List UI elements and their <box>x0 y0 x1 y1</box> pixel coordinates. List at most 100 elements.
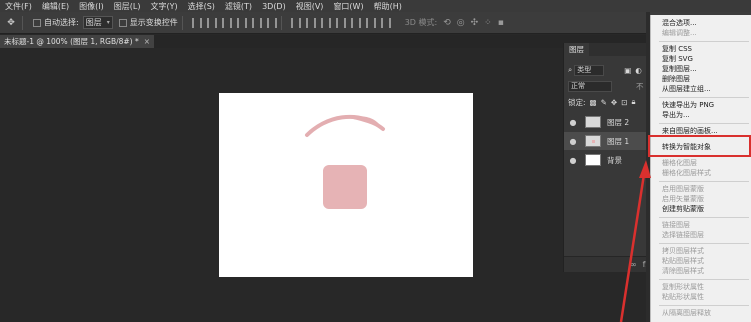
menu-separator <box>659 279 749 280</box>
align-top-icon[interactable] <box>191 17 202 28</box>
menu-file[interactable]: 文件(F) <box>0 1 37 12</box>
auto-align-icon[interactable] <box>380 17 391 28</box>
menu-item-enable-vector-mask[interactable]: 启用矢量蒙版 <box>662 194 704 204</box>
arc-arrowhead <box>349 116 383 130</box>
auto-select-dropdown[interactable]: 图层 ▾ <box>82 16 113 29</box>
auto-select-checkbox[interactable] <box>33 18 41 27</box>
distribute-right-icon[interactable] <box>365 17 376 28</box>
menu-item-release-from-isolation[interactable]: 从隔离图层释放 <box>662 308 711 318</box>
menu-item-clear-layer-style[interactable]: 清除图层样式 <box>662 266 704 276</box>
menu-item-duplicate-layer[interactable]: 复制图层... <box>662 64 697 74</box>
menu-separator <box>659 305 749 306</box>
distribute-left-icon[interactable] <box>335 17 346 28</box>
image-filter-icon[interactable]: ▣ <box>624 66 631 75</box>
menu-edit[interactable]: 编辑(E) <box>37 1 74 12</box>
menu-window[interactable]: 窗口(W) <box>328 1 368 12</box>
menu-item-rasterize-layer[interactable]: 栅格化图层 <box>662 158 697 168</box>
menu-image[interactable]: 图像(I) <box>74 1 109 12</box>
menu-separator <box>659 41 749 42</box>
slide-3d-icon[interactable]: ⁘ <box>484 18 492 28</box>
layer-name: 背景 <box>607 155 622 165</box>
lock-transparency-icon[interactable]: ▩ <box>590 98 597 107</box>
orbit-3d-icon[interactable]: ⟲ <box>443 18 451 28</box>
adjustment-filter-icon[interactable]: ◐ <box>635 66 642 75</box>
layer-context-menu: 混合选项... 编辑调整... 复制 CSS 复制 SVG 复制图层... 删除… <box>650 15 751 322</box>
menu-item-export-as[interactable]: 导出为... <box>662 110 690 120</box>
blend-mode-value: 正常 <box>571 82 585 90</box>
align-middle-icon[interactable] <box>206 17 217 28</box>
align-left-icon[interactable] <box>236 17 247 28</box>
menu-item-copy-layer-style[interactable]: 拷贝图层样式 <box>662 246 704 256</box>
menu-item-delete-layer[interactable]: 删除图层 <box>662 74 690 84</box>
document-tab[interactable]: 未标题-1 @ 100% (图层 1, RGB/8#) * × <box>0 35 155 48</box>
highlight-annotation-box <box>648 135 751 157</box>
menu-select[interactable]: 选择(S) <box>183 1 220 12</box>
align-bottom-icon[interactable] <box>221 17 232 28</box>
lock-paint-icon[interactable]: ✎ <box>601 98 607 107</box>
blend-row: 正常 不 <box>568 80 644 92</box>
menu-item-link-layers[interactable]: 链接图层 <box>662 220 690 230</box>
distribute-bottom-icon[interactable] <box>320 17 331 28</box>
lock-position-icon[interactable]: ✥ <box>611 98 617 107</box>
menu-item-copy-css[interactable]: 复制 CSS <box>662 44 692 54</box>
divider <box>280 15 282 30</box>
menu-item-copy-svg[interactable]: 复制 SVG <box>662 54 693 64</box>
menu-help[interactable]: 帮助(H) <box>369 1 407 12</box>
menu-separator <box>659 181 749 182</box>
document-title: 未标题-1 @ 100% (图层 1, RGB/8#) * <box>4 37 139 46</box>
divider <box>22 15 23 30</box>
move-tool-icon[interactable]: ✥ <box>4 17 18 29</box>
show-transform-checkbox[interactable] <box>118 18 127 27</box>
distribute-top-icon[interactable] <box>290 17 301 28</box>
options-bar: ✥ 自动选择: 图层 ▾ 显示变换控件 3D 模式: ⟲ ◎ ✣ ⁘ ▪ <box>0 12 751 34</box>
lock-all-icon[interactable]: 🔒︎ <box>632 97 636 107</box>
tab-layers[interactable]: 图层 <box>564 43 589 56</box>
visibility-eye-icon[interactable]: ● <box>567 137 579 146</box>
menu-item-rasterize-layer-style[interactable]: 栅格化图层样式 <box>662 168 711 178</box>
mode-3d-label: 3D 模式: <box>404 18 438 27</box>
filter-kind-value: 类型 <box>577 66 592 74</box>
document-canvas[interactable] <box>219 93 473 277</box>
menu-item-quick-export-png[interactable]: 快速导出为 PNG <box>662 100 714 110</box>
menu-separator <box>659 97 749 98</box>
auto-select-value: 图层 <box>85 18 102 27</box>
filter-kind-dropdown[interactable]: 类型 <box>574 64 605 76</box>
roll-3d-icon[interactable]: ◎ <box>457 18 465 28</box>
menu-item-create-clipping-mask[interactable]: 创建剪贴蒙版 <box>662 204 704 214</box>
menu-item-paste-shape-attributes[interactable]: 粘贴形状属性 <box>662 292 704 302</box>
menu-separator <box>659 243 749 244</box>
search-icon: ⌕ <box>568 65 573 74</box>
layer-thumbnail <box>585 135 601 147</box>
menu-item-blending-options[interactable]: 混合选项... <box>662 18 697 28</box>
close-icon[interactable]: × <box>144 37 150 46</box>
menu-item-select-linked-layers[interactable]: 选择链接图层 <box>662 230 704 240</box>
menu-item-group-from-layers[interactable]: 从图层建立组... <box>662 84 711 94</box>
menu-separator <box>659 217 749 218</box>
chevron-down-icon: ▾ <box>106 19 110 26</box>
visibility-eye-icon[interactable]: ● <box>567 118 579 127</box>
distribute-middle-icon[interactable] <box>305 17 316 28</box>
menu-item-edit-adjustment[interactable]: 编辑调整... <box>662 28 697 38</box>
menu-item-enable-layer-mask[interactable]: 启用图层蒙版 <box>662 184 704 194</box>
menu-filter[interactable]: 滤镜(T) <box>220 1 257 12</box>
menu-layer[interactable]: 图层(L) <box>109 1 146 12</box>
pan-3d-icon[interactable]: ✣ <box>471 18 479 28</box>
distribute-center-icon[interactable] <box>350 17 361 28</box>
divider <box>181 15 183 30</box>
layer-thumbnail <box>585 116 601 128</box>
menu-type[interactable]: 文字(Y) <box>145 1 182 12</box>
scale-3d-icon[interactable]: ▪ <box>498 18 504 28</box>
visibility-eye-icon[interactable]: ● <box>567 156 579 165</box>
lock-artboard-icon[interactable]: ⊡ <box>621 98 627 107</box>
blend-mode-dropdown[interactable]: 正常 <box>568 80 612 92</box>
menu-3d[interactable]: 3D(D) <box>257 2 291 11</box>
menu-view[interactable]: 视图(V) <box>291 1 329 12</box>
filter-row: ⌕ 类型 ▣ ◐ <box>568 64 642 76</box>
layer-name: 图层 1 <box>607 136 630 146</box>
rounded-square-shape <box>323 165 367 209</box>
link-layers-icon[interactable]: ∞ <box>630 260 637 269</box>
align-right-icon[interactable] <box>266 17 277 28</box>
menu-item-copy-shape-attributes[interactable]: 复制形状属性 <box>662 282 704 292</box>
align-center-icon[interactable] <box>251 17 262 28</box>
menu-item-paste-layer-style[interactable]: 粘贴图层样式 <box>662 256 704 266</box>
